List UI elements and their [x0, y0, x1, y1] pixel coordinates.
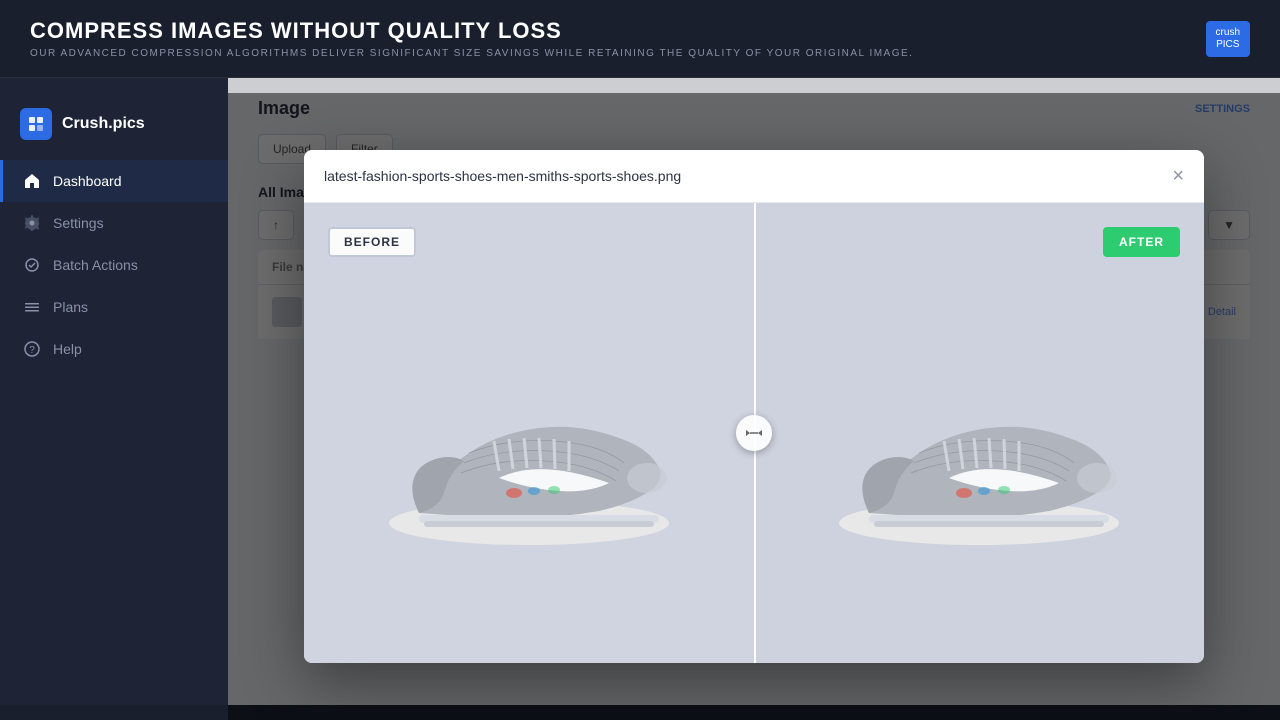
sidebar-label-settings: Settings [53, 215, 104, 231]
shoe-after-svg [789, 293, 1169, 573]
header-text: COMPRESS IMAGES WITHOUT QUALITY LOSS OUR… [30, 18, 913, 59]
sidebar-nav: Dashboard Settings Batch Actions Plans [0, 160, 228, 370]
sidebar-label-help: Help [53, 341, 82, 357]
modal-header: latest-fashion-sports-shoes-men-smiths-s… [304, 150, 1204, 203]
sidebar-label-plans: Plans [53, 299, 88, 315]
brand-icon-svg [27, 115, 45, 133]
shoe-before-svg [339, 293, 719, 573]
sidebar-label-dashboard: Dashboard [53, 173, 122, 189]
logo-line2: PICS [1216, 39, 1240, 51]
header-title: COMPRESS IMAGES WITHOUT QUALITY LOSS [30, 18, 913, 44]
logo-line1: crush [1216, 27, 1240, 39]
drag-handle[interactable] [736, 415, 772, 451]
svg-text:?: ? [29, 345, 35, 356]
before-side [304, 203, 754, 663]
sidebar-item-batch-actions[interactable]: Batch Actions [0, 244, 228, 286]
settings-icon [23, 214, 41, 232]
comparison-modal: latest-fashion-sports-shoes-men-smiths-s… [304, 150, 1204, 663]
logo-box: crush PICS [1206, 21, 1250, 57]
app-header: COMPRESS IMAGES WITHOUT QUALITY LOSS OUR… [0, 0, 1280, 78]
before-label: BEFORE [328, 227, 416, 257]
main-layout: Crush.pics Dashboard Settings Batch Acti… [0, 78, 1280, 705]
sidebar-item-dashboard[interactable]: Dashboard [0, 160, 228, 202]
sidebar-item-settings[interactable]: Settings [0, 202, 228, 244]
brand-name: Crush.pics [62, 115, 145, 133]
after-label: AFTER [1103, 227, 1180, 257]
sidebar-label-batch-actions: Batch Actions [53, 257, 138, 273]
sidebar: Crush.pics Dashboard Settings Batch Acti… [0, 78, 228, 705]
sidebar-item-help[interactable]: ? Help [0, 328, 228, 370]
sidebar-item-plans[interactable]: Plans [0, 286, 228, 328]
modal-close-button[interactable]: × [1172, 166, 1184, 186]
modal-overlay: latest-fashion-sports-shoes-men-smiths-s… [228, 93, 1280, 720]
home-icon [23, 172, 41, 190]
sidebar-brand: Crush.pics [0, 98, 228, 160]
header-subtitle: OUR ADVANCED COMPRESSION ALGORITHMS DELI… [30, 48, 913, 59]
batch-icon [23, 256, 41, 274]
plans-icon [23, 298, 41, 316]
help-icon: ? [23, 340, 41, 358]
modal-title: latest-fashion-sports-shoes-men-smiths-s… [324, 168, 681, 184]
header-logo: crush PICS [1206, 21, 1250, 57]
brand-icon [20, 108, 52, 140]
drag-handle-icon [745, 426, 763, 440]
comparison-container: BEFORE AFTER [304, 203, 1204, 663]
after-side [754, 203, 1204, 663]
